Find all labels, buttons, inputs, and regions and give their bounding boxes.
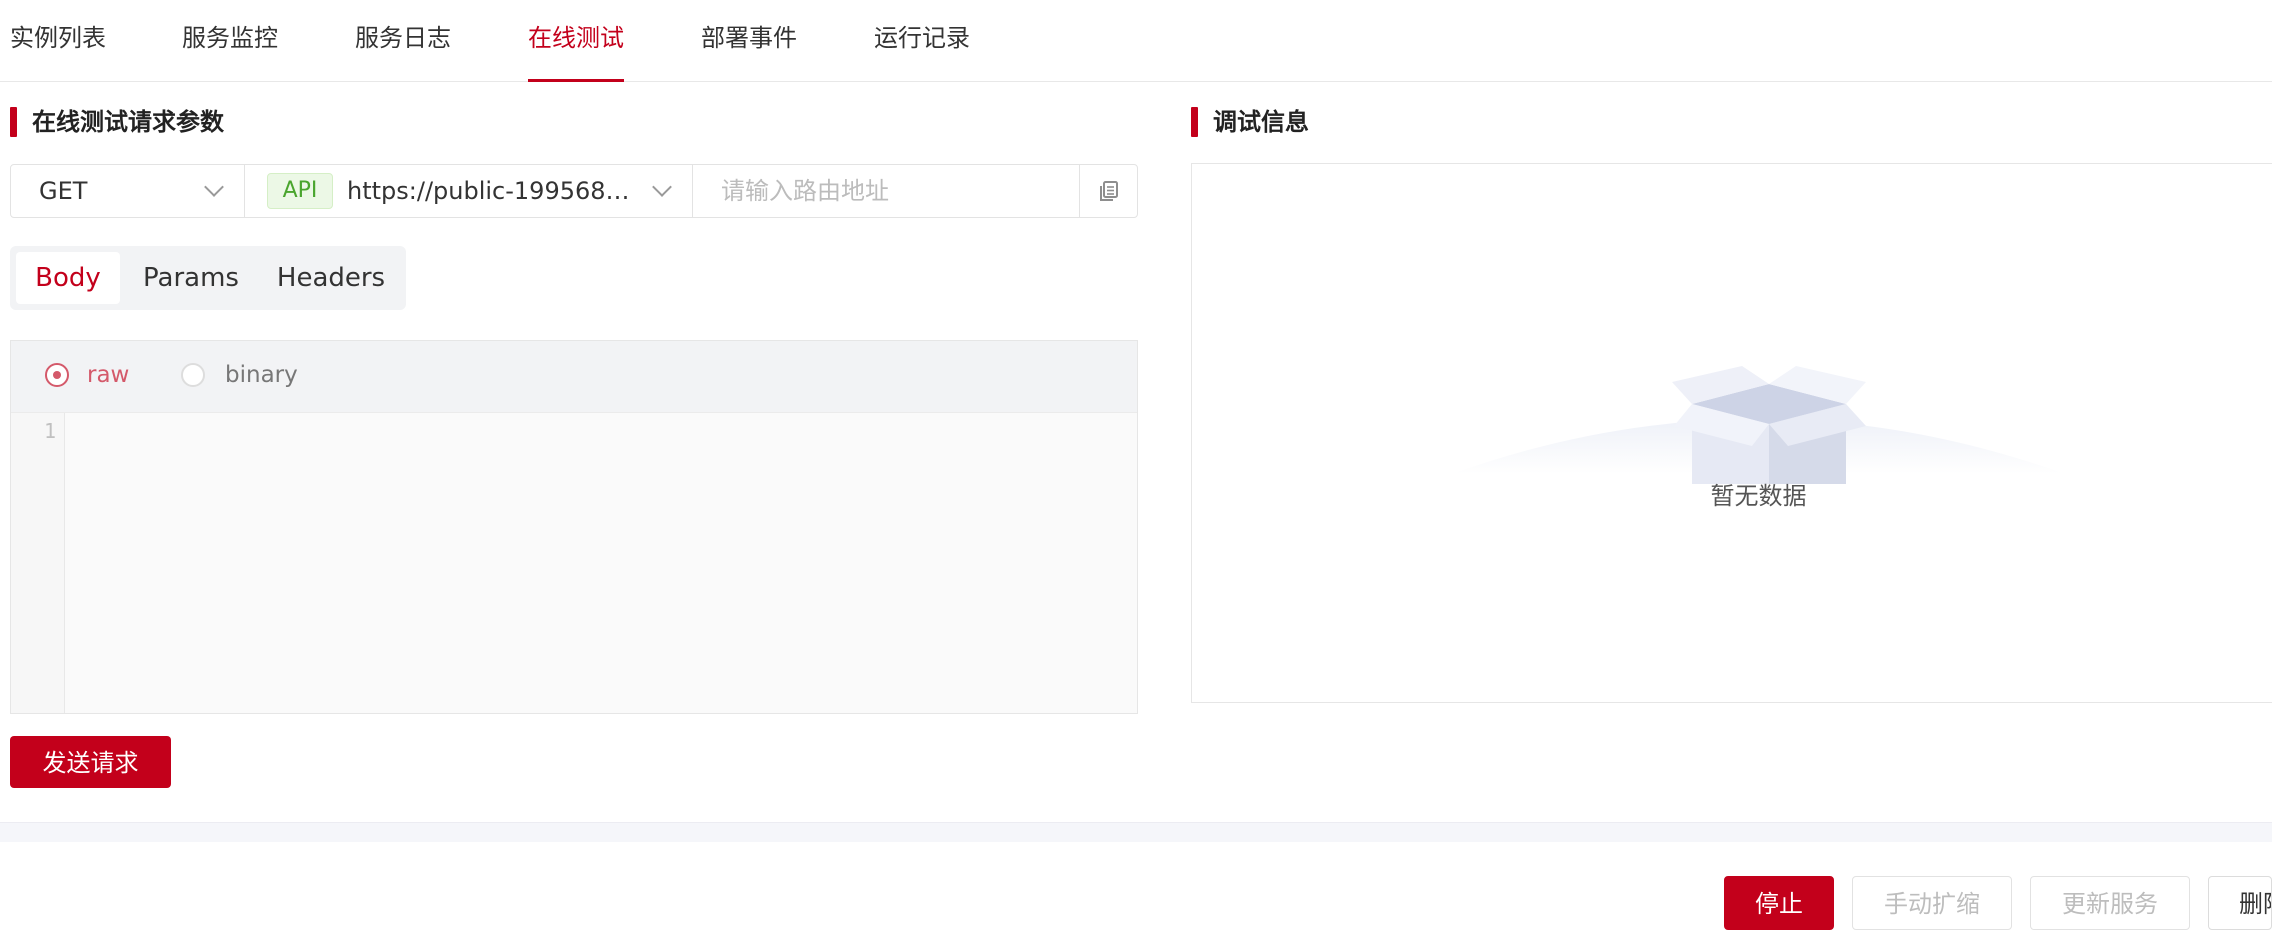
body-type-tabs: Body Params Headers	[10, 246, 406, 310]
tab-service-logs[interactable]: 服务日志	[355, 0, 451, 82]
tab-headers[interactable]: Headers	[262, 252, 400, 304]
copy-button[interactable]	[1079, 165, 1137, 217]
tab-run-records[interactable]: 运行记录	[874, 0, 970, 82]
method-select[interactable]: GET	[11, 165, 245, 217]
api-url-value: https://public-19956842…	[347, 177, 639, 205]
debug-panel: 暂无数据	[1191, 163, 2272, 703]
body-editor: raw binary 1	[10, 340, 1138, 714]
debug-info-title: 调试信息	[1191, 106, 1309, 138]
route-input[interactable]	[693, 165, 1089, 217]
line-number: 1	[43, 419, 56, 443]
tab-online-test[interactable]: 在线测试	[528, 0, 624, 82]
chevron-down-icon	[652, 177, 672, 197]
stop-button[interactable]: 停止	[1724, 876, 1834, 930]
top-tabs: 实例列表 服务监控 服务日志 在线测试 部署事件 运行记录	[0, 0, 2272, 82]
empty-box-icon	[1452, 366, 2065, 484]
tab-service-monitor[interactable]: 服务监控	[182, 0, 278, 82]
tab-params[interactable]: Params	[128, 252, 254, 304]
method-value: GET	[39, 177, 88, 205]
delete-button[interactable]: 删除	[2208, 876, 2272, 930]
copy-icon	[1100, 181, 1118, 201]
chevron-down-icon	[204, 177, 224, 197]
binary-radio[interactable]	[181, 363, 205, 387]
section-divider	[0, 822, 2272, 842]
footer-actions: 停止 手动扩缩 更新服务 删除	[0, 842, 2272, 931]
raw-label[interactable]: raw	[87, 341, 129, 409]
tab-instance-list[interactable]: 实例列表	[10, 0, 106, 82]
body-code-input[interactable]	[66, 413, 1136, 713]
update-service-button[interactable]: 更新服务	[2030, 876, 2190, 930]
raw-radio[interactable]	[45, 363, 69, 387]
api-url-select[interactable]: API https://public-19956842…	[245, 165, 693, 217]
body-format-options: raw binary	[11, 341, 1137, 413]
line-gutter: 1	[11, 413, 65, 713]
tab-deploy-events[interactable]: 部署事件	[701, 0, 797, 82]
api-badge: API	[267, 173, 333, 209]
empty-state-text: 暂无数据	[1710, 482, 1807, 510]
request-bar: GET API https://public-19956842…	[10, 164, 1138, 218]
tab-body[interactable]: Body	[16, 252, 120, 304]
request-params-title: 在线测试请求参数	[10, 106, 224, 138]
manual-scale-button[interactable]: 手动扩缩	[1852, 876, 2012, 930]
binary-label[interactable]: binary	[225, 341, 298, 409]
send-request-button[interactable]: 发送请求	[10, 736, 171, 788]
